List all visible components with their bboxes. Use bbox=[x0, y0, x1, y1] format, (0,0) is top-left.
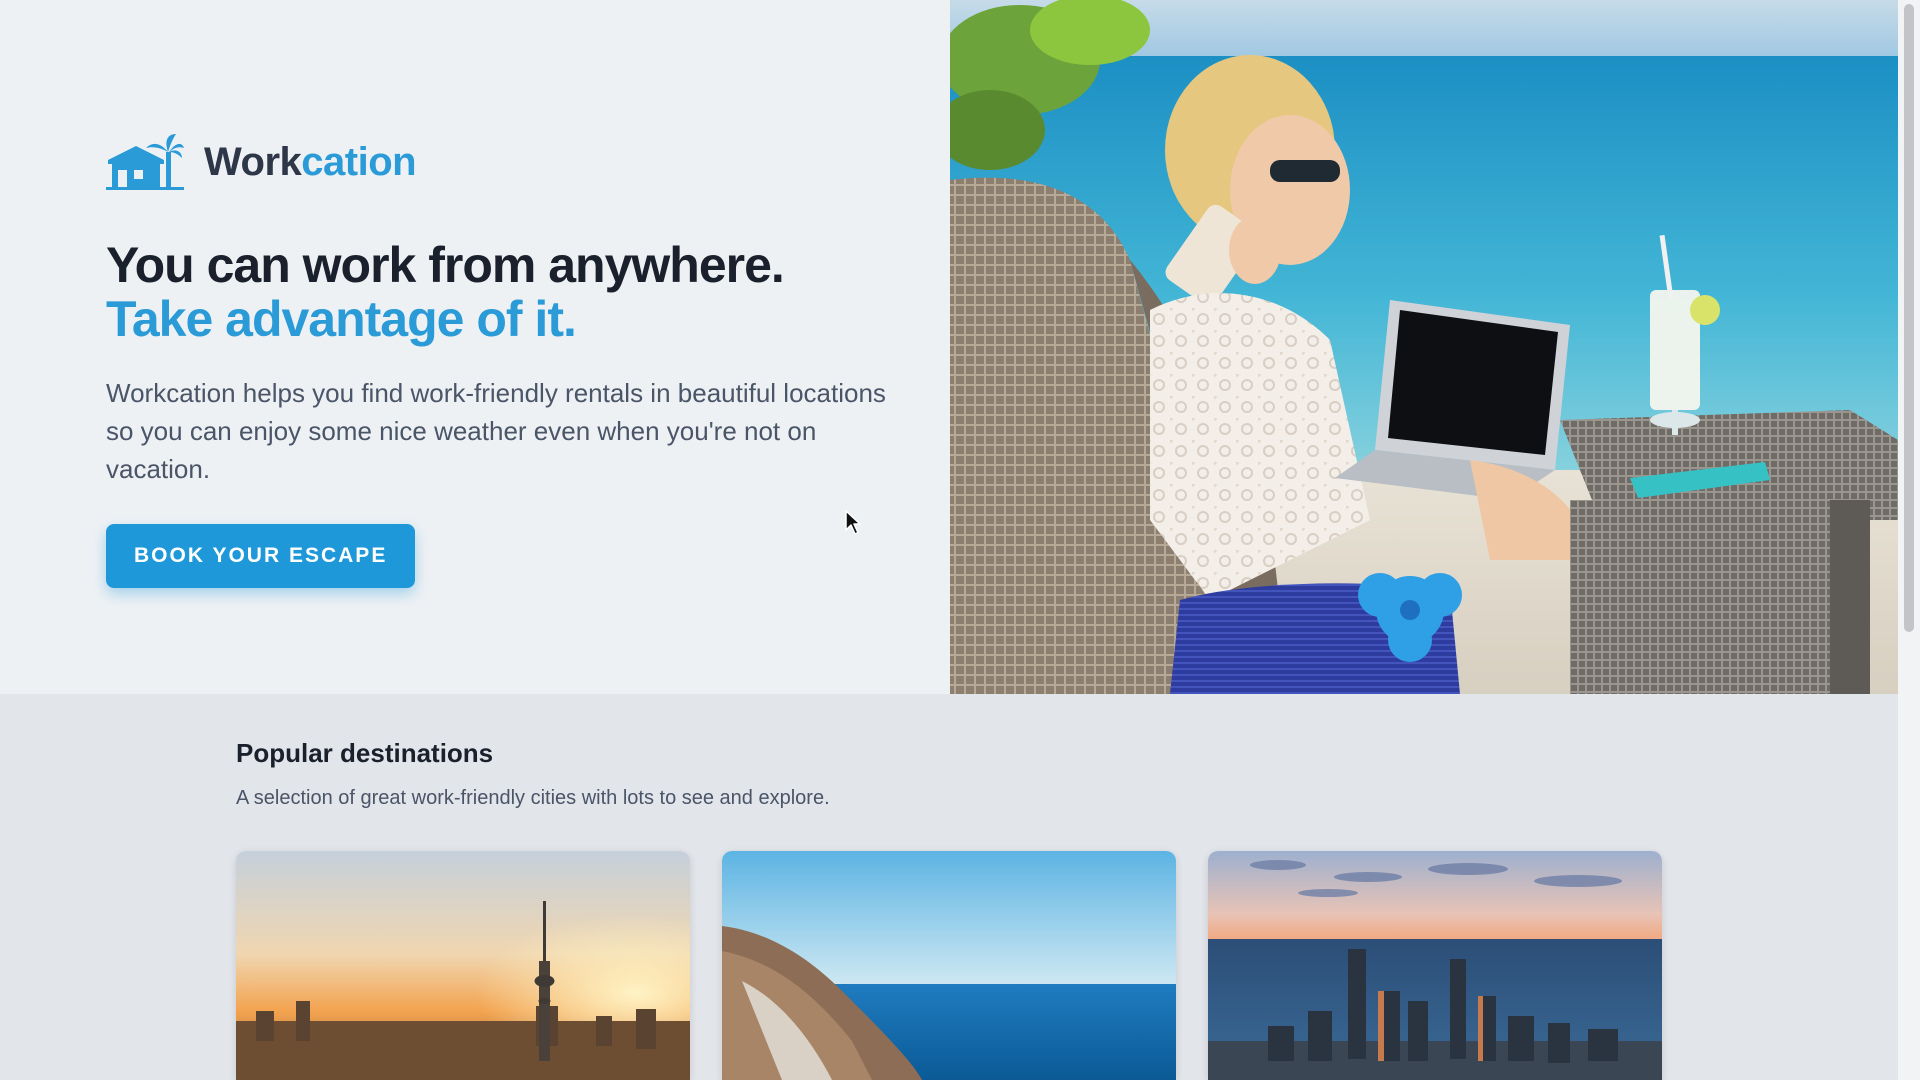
hero-description: Workcation helps you find work-friendly … bbox=[106, 378, 886, 484]
destination-card[interactable] bbox=[722, 851, 1176, 1080]
scrollbar-thumb[interactable] bbox=[1904, 4, 1914, 632]
hero-photo bbox=[950, 0, 1898, 694]
page: Workcation You can work from anywhere. T… bbox=[0, 0, 1920, 1080]
brand-name-accent: cation bbox=[301, 139, 417, 184]
brand-name-primary: Work bbox=[204, 139, 302, 184]
destination-photo-skyline bbox=[1208, 851, 1662, 1080]
hero-content: Workcation You can work from anywhere. T… bbox=[106, 126, 886, 588]
page-scrollbar[interactable] bbox=[1898, 0, 1920, 1080]
book-your-escape-button[interactable]: BOOK YOUR ESCAPE bbox=[106, 524, 416, 588]
mouse-pointer-icon bbox=[845, 510, 861, 535]
destination-card[interactable] bbox=[1208, 851, 1662, 1080]
section-title: Popular destinations bbox=[236, 738, 494, 768]
section-subtitle: A selection of great work-friendly citie… bbox=[236, 787, 830, 809]
hero-headline-accent: Take advantage of it. bbox=[106, 291, 577, 347]
destination-cards bbox=[236, 851, 1662, 1080]
hero-headline: You can work from anywhere. Take advanta… bbox=[106, 238, 886, 346]
brand-name: Workcation bbox=[204, 139, 417, 185]
destination-card[interactable] bbox=[236, 851, 690, 1080]
house-with-palm-tree-icon bbox=[106, 134, 184, 190]
brand-logo[interactable]: Workcation bbox=[106, 126, 886, 198]
popular-destinations-section: Popular destinations A selection of grea… bbox=[236, 738, 1666, 810]
destination-photo-tower-city bbox=[236, 851, 690, 1080]
hero-section: Workcation You can work from anywhere. T… bbox=[0, 0, 1898, 694]
destination-photo-coast bbox=[722, 851, 1176, 1080]
hero-headline-main: You can work from anywhere. bbox=[106, 237, 785, 293]
